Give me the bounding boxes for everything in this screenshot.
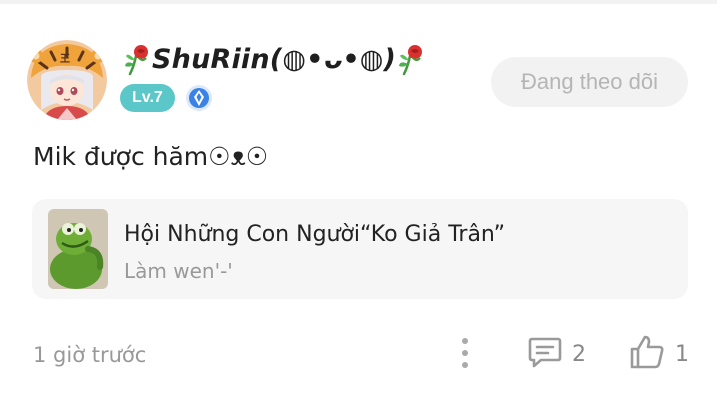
rose-icon [122, 42, 152, 76]
comment-button[interactable]: 2 [527, 334, 586, 374]
group-card[interactable]: Hội Những Con Người“Ko Giả Trân” Làm wen… [32, 199, 688, 299]
post-text: Mik được hăm☉ᴥ☉ [33, 142, 269, 171]
badge-row: Lv.7 [120, 84, 213, 112]
like-button[interactable]: 1 [628, 334, 689, 374]
level-badge[interactable]: Lv.7 [120, 84, 175, 112]
username[interactable]: ShuRiin(◍•ᴗ•◍) [152, 44, 396, 75]
more-options-icon[interactable] [455, 336, 475, 370]
post-timestamp: 1 giờ trước [33, 343, 147, 367]
group-description: Làm wen'-' [124, 259, 233, 283]
like-count: 1 [675, 341, 689, 367]
following-button[interactable]: Đang theo dõi [491, 57, 688, 107]
comment-icon [527, 334, 563, 375]
username-row: ShuRiin(◍•ᴗ•◍) [122, 40, 426, 78]
comment-count: 2 [572, 341, 586, 367]
thumbs-up-icon [628, 333, 666, 376]
top-divider [0, 0, 717, 4]
rose-icon [396, 42, 426, 76]
user-avatar[interactable]: 王 [27, 40, 107, 120]
tiger-hat-avatar-icon: 王 [27, 40, 107, 120]
verified-badge-icon[interactable] [185, 84, 213, 112]
svg-text:王: 王 [60, 53, 70, 65]
kermit-frog-thumbnail-icon [48, 209, 108, 289]
group-name: Hội Những Con Người“Ko Giả Trân” [124, 222, 506, 247]
